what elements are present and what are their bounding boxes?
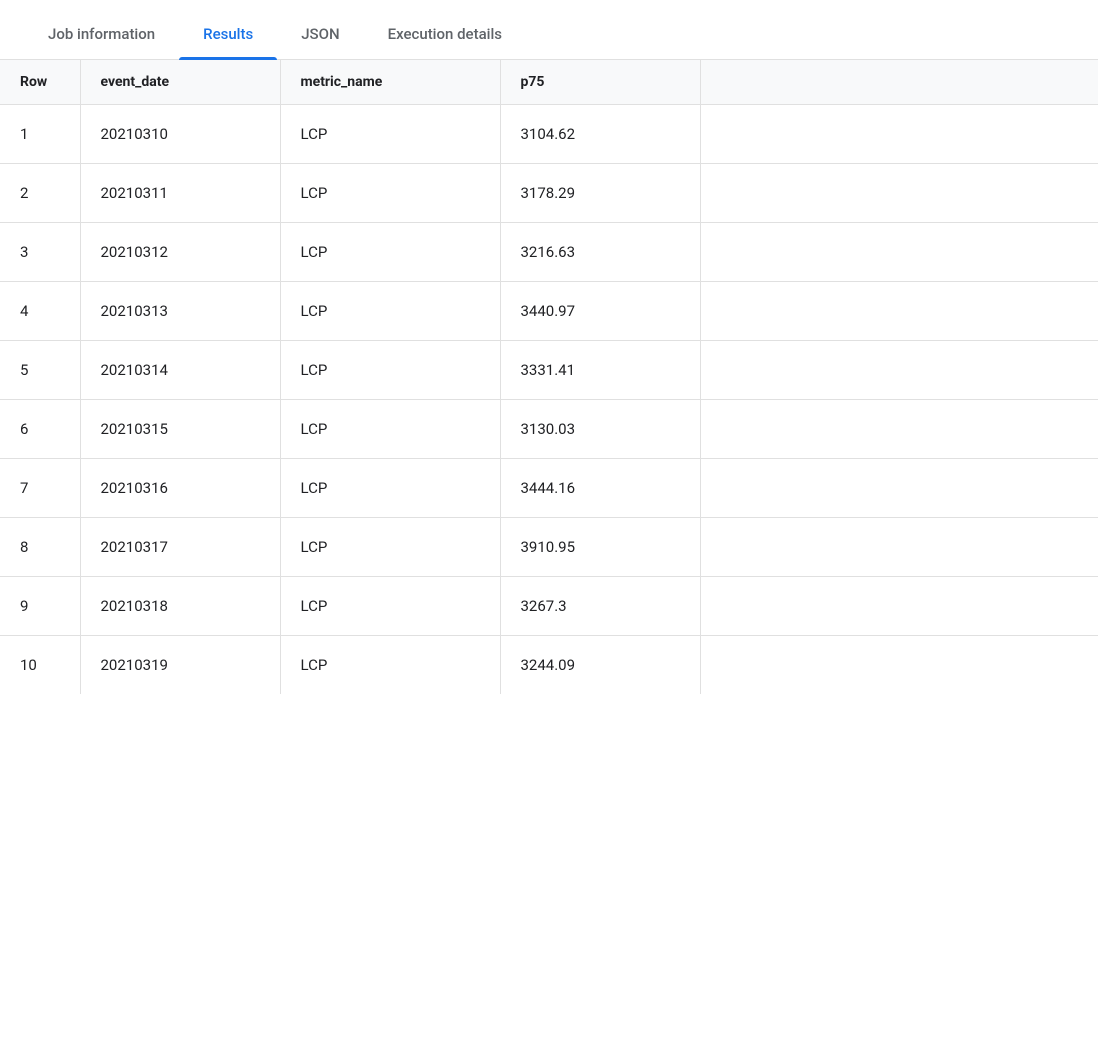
cell-event-date-0: 20210310 (80, 105, 280, 164)
cell-metric-name-8: LCP (280, 577, 500, 636)
cell-metric-name-2: LCP (280, 223, 500, 282)
cell-row-3: 4 (0, 282, 80, 341)
tabs-bar: Job information Results JSON Execution d… (0, 0, 1098, 60)
cell-event-date-1: 20210311 (80, 164, 280, 223)
cell-extra-5 (700, 400, 1098, 459)
cell-extra-7 (700, 518, 1098, 577)
table-row: 620210315LCP3130.03 (0, 400, 1098, 459)
cell-p75-9: 3244.09 (500, 636, 700, 695)
cell-metric-name-4: LCP (280, 341, 500, 400)
cell-metric-name-6: LCP (280, 459, 500, 518)
cell-event-date-3: 20210313 (80, 282, 280, 341)
cell-row-5: 6 (0, 400, 80, 459)
cell-extra-1 (700, 164, 1098, 223)
cell-event-date-5: 20210315 (80, 400, 280, 459)
table-row: 420210313LCP3440.97 (0, 282, 1098, 341)
tab-json-label: JSON (301, 25, 339, 43)
col-header-row: Row (0, 60, 80, 105)
table-row: 1020210319LCP3244.09 (0, 636, 1098, 695)
cell-p75-3: 3440.97 (500, 282, 700, 341)
cell-row-9: 10 (0, 636, 80, 695)
cell-row-6: 7 (0, 459, 80, 518)
tab-results[interactable]: Results (179, 9, 277, 59)
cell-p75-0: 3104.62 (500, 105, 700, 164)
cell-p75-6: 3444.16 (500, 459, 700, 518)
tab-job-information[interactable]: Job information (24, 9, 179, 59)
cell-event-date-9: 20210319 (80, 636, 280, 695)
results-table: Row event_date metric_name p75 120210310… (0, 60, 1098, 694)
cell-event-date-8: 20210318 (80, 577, 280, 636)
cell-row-7: 8 (0, 518, 80, 577)
col-header-metric-name: metric_name (280, 60, 500, 105)
cell-row-1: 2 (0, 164, 80, 223)
cell-extra-8 (700, 577, 1098, 636)
cell-extra-3 (700, 282, 1098, 341)
col-header-event-date: event_date (80, 60, 280, 105)
cell-row-8: 9 (0, 577, 80, 636)
cell-p75-7: 3910.95 (500, 518, 700, 577)
table-header-row: Row event_date metric_name p75 (0, 60, 1098, 105)
table-row: 720210316LCP3444.16 (0, 459, 1098, 518)
cell-extra-9 (700, 636, 1098, 695)
table-container: Row event_date metric_name p75 120210310… (0, 60, 1098, 694)
cell-event-date-4: 20210314 (80, 341, 280, 400)
table-row: 220210311LCP3178.29 (0, 164, 1098, 223)
cell-p75-4: 3331.41 (500, 341, 700, 400)
tab-json[interactable]: JSON (277, 9, 363, 59)
cell-metric-name-5: LCP (280, 400, 500, 459)
cell-metric-name-1: LCP (280, 164, 500, 223)
tab-job-information-label: Job information (48, 25, 155, 43)
cell-row-4: 5 (0, 341, 80, 400)
cell-extra-6 (700, 459, 1098, 518)
tab-results-label: Results (203, 25, 253, 43)
col-header-extra (700, 60, 1098, 105)
cell-extra-0 (700, 105, 1098, 164)
cell-row-0: 1 (0, 105, 80, 164)
table-row: 320210312LCP3216.63 (0, 223, 1098, 282)
tab-execution-details[interactable]: Execution details (364, 9, 526, 59)
cell-metric-name-7: LCP (280, 518, 500, 577)
cell-p75-8: 3267.3 (500, 577, 700, 636)
cell-event-date-6: 20210316 (80, 459, 280, 518)
cell-metric-name-3: LCP (280, 282, 500, 341)
tab-execution-details-label: Execution details (388, 25, 502, 43)
col-header-p75: p75 (500, 60, 700, 105)
cell-extra-4 (700, 341, 1098, 400)
table-row: 920210318LCP3267.3 (0, 577, 1098, 636)
cell-metric-name-9: LCP (280, 636, 500, 695)
cell-event-date-2: 20210312 (80, 223, 280, 282)
cell-p75-2: 3216.63 (500, 223, 700, 282)
table-row: 520210314LCP3331.41 (0, 341, 1098, 400)
cell-metric-name-0: LCP (280, 105, 500, 164)
cell-event-date-7: 20210317 (80, 518, 280, 577)
cell-p75-1: 3178.29 (500, 164, 700, 223)
cell-extra-2 (700, 223, 1098, 282)
cell-row-2: 3 (0, 223, 80, 282)
table-row: 120210310LCP3104.62 (0, 105, 1098, 164)
cell-p75-5: 3130.03 (500, 400, 700, 459)
table-row: 820210317LCP3910.95 (0, 518, 1098, 577)
